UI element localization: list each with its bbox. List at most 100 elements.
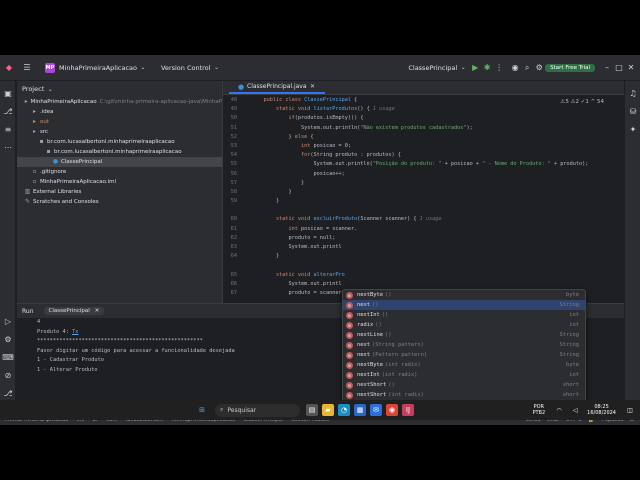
tree-item[interactable]: ✎ Scratches and Consoles <box>17 197 222 207</box>
code-token: + produto); <box>550 161 589 168</box>
task-view-icon[interactable]: ▤ <box>306 404 318 416</box>
chrome-icon[interactable]: ◉ <box>386 404 398 416</box>
tree-item[interactable]: ▫ MinhaPrimeiraAplicacao.iml <box>17 177 222 187</box>
tree-item[interactable]: ▸ src <box>17 127 222 137</box>
chevron-down-icon[interactable]: ⌄ <box>44 83 56 95</box>
debug-icon[interactable]: ✱ <box>481 62 493 74</box>
line-number: 62 <box>230 234 237 241</box>
gutter <box>241 170 251 179</box>
run-config-selector[interactable]: ClassePrincipal ⌄ <box>408 62 469 74</box>
project-tool-icon[interactable]: ▣ <box>2 87 14 99</box>
tree-item[interactable]: ▪ br.com.lucasalbertoni.minhaprimeiraapli… <box>17 137 222 147</box>
start-trial-button[interactable]: Start Free Trial <box>545 63 595 72</box>
code-line <box>223 261 623 270</box>
vcs-label: Version Control <box>161 63 211 72</box>
completion-return-type: String <box>559 302 579 308</box>
completion-return-type: short <box>562 382 579 388</box>
mail-icon[interactable]: ✉ <box>370 404 382 416</box>
run-icon[interactable]: ▶ <box>469 62 481 74</box>
volume-icon[interactable]: ◁ <box>569 404 581 416</box>
tree-item[interactable]: ▪ br.com.lucasalbertoni.minhaprimeiraapli… <box>17 147 222 157</box>
file-icon: ▫ <box>32 168 37 175</box>
intellij-icon[interactable]: IJ <box>402 404 414 416</box>
search-icon[interactable]: ⌕ <box>521 62 533 74</box>
code-token: { <box>307 133 314 140</box>
notification-center-icon[interactable]: ◫ <box>624 404 636 416</box>
tree-item[interactable]: ▫ .gitignore <box>17 167 222 177</box>
notifications-icon[interactable]: ♫ <box>627 87 639 99</box>
main-menu-icon[interactable]: ☰ <box>21 62 33 74</box>
tree-item[interactable]: ▸ .idea <box>17 107 222 117</box>
code-token: System.out.printl <box>251 280 342 287</box>
vcs-menu[interactable]: Version Control ⌄ <box>161 62 222 74</box>
completion-item[interactable]: m next() String <box>343 300 585 310</box>
structure-tool-icon[interactable]: ≡ <box>2 123 14 135</box>
completion-item[interactable]: m next (Pattern pattern) String <box>343 350 585 360</box>
folder-icon: ▸ <box>32 128 36 135</box>
gutter <box>241 215 251 224</box>
console-text: ****************************************… <box>37 338 203 344</box>
close-tab-icon[interactable]: ✕ <box>95 308 100 314</box>
terminal-tool-icon[interactable]: ⌨ <box>2 351 14 363</box>
tree-item[interactable]: ▥ External Libraries <box>17 187 222 197</box>
user-icon[interactable]: ◉ <box>509 62 521 74</box>
close-tab-icon[interactable]: ✕ <box>307 81 319 93</box>
ai-assistant-icon[interactable]: ✦ <box>627 123 639 135</box>
completion-name: nextShort <box>357 392 387 398</box>
folder-icon: ▸ <box>24 98 28 105</box>
wifi-icon[interactable]: ◠ <box>553 404 565 416</box>
edge-icon[interactable]: ◔ <box>338 404 350 416</box>
completion-return-type: int <box>569 372 579 378</box>
code-area[interactable]: 48 public class ClassePrincipal {49 stat… <box>223 96 623 301</box>
line-number: 55 <box>230 161 237 168</box>
package-icon: ▪ <box>46 148 51 155</box>
completion-item[interactable]: m next (String pattern) String <box>343 340 585 350</box>
more-icon[interactable]: ⋮ <box>493 62 505 74</box>
store-icon[interactable]: ▦ <box>354 404 366 416</box>
gear-icon[interactable]: ⚙ <box>533 62 545 74</box>
completion-item[interactable]: m nextByte() byte <box>343 290 585 300</box>
project-switcher[interactable]: MP MinhaPrimeiraAplicacao ⌄ <box>45 62 149 74</box>
commit-tool-icon[interactable]: ⎇ <box>2 105 14 117</box>
run-tab-classeprincipal[interactable]: ClassePrincipal ✕ <box>43 307 105 315</box>
code-token: } <box>251 133 295 140</box>
completion-args: () <box>371 302 379 308</box>
tree-item[interactable]: ▸ MinhaPrimeiraAplicacao C:\git\minha-prim… <box>17 97 222 107</box>
completion-return-type: String <box>559 352 579 358</box>
database-icon[interactable]: ⛁ <box>627 105 639 117</box>
tree-item[interactable]: ● ClassePrincipal <box>17 157 222 167</box>
completion-item[interactable]: m nextInt() int <box>343 310 585 320</box>
tab-classeprincipal[interactable]: ● ClassePrincipal.java ✕ <box>229 81 325 94</box>
tree-item-label: Scratches and Consoles <box>33 199 99 205</box>
close-icon[interactable]: ✕ <box>625 62 637 74</box>
project-tree: ▸ MinhaPrimeiraAplicacao C:\git\minha-prim… <box>17 97 222 207</box>
run-panel-title[interactable]: Run <box>22 308 34 315</box>
minimize-icon[interactable]: – <box>601 62 613 74</box>
project-panel-title[interactable]: Project <box>22 85 44 93</box>
completion-item[interactable]: m nextInt (int radix) int <box>343 370 585 380</box>
line-number: 59 <box>230 198 237 205</box>
taskbar-search-placeholder: Pesquisar <box>227 406 257 414</box>
maximize-icon[interactable]: □ <box>613 62 625 74</box>
completion-item[interactable]: m nextShort (int radix) short <box>343 390 585 400</box>
problems-tool-icon[interactable]: ⊘ <box>2 369 14 381</box>
windows-start-icon[interactable]: ⊞ <box>196 404 208 416</box>
language-indicator[interactable]: POR PTB2 <box>532 404 545 416</box>
completion-item[interactable]: m nextShort() short <box>343 380 585 390</box>
taskbar-search[interactable]: ⌕ Pesquisar <box>215 403 300 417</box>
completion-item[interactable]: m nextByte (int radix) byte <box>343 360 585 370</box>
tree-item[interactable]: ▸ out <box>17 117 222 127</box>
completion-item[interactable]: m nextLine() String <box>343 330 585 340</box>
git-tool-icon[interactable]: ⎇ <box>2 387 14 399</box>
services-tool-icon[interactable]: ⚙ <box>2 333 14 345</box>
editor-pane: ● ClassePrincipal.java ✕ ⚠5 ⚠2 ✓1 ^ 54 4… <box>222 81 624 303</box>
file-explorer-icon[interactable]: ▰ <box>322 404 334 416</box>
line-number: 51 <box>230 124 237 131</box>
run-tool-icon[interactable]: ▷ <box>2 315 14 327</box>
gutter <box>241 243 251 252</box>
system-clock[interactable]: 08:25 16/08/2024 <box>587 404 622 416</box>
gutter <box>241 114 251 123</box>
completion-name: next <box>357 352 370 358</box>
completion-item[interactable]: m radix() int <box>343 320 585 330</box>
more-tools-icon[interactable]: ⋯ <box>2 141 14 153</box>
